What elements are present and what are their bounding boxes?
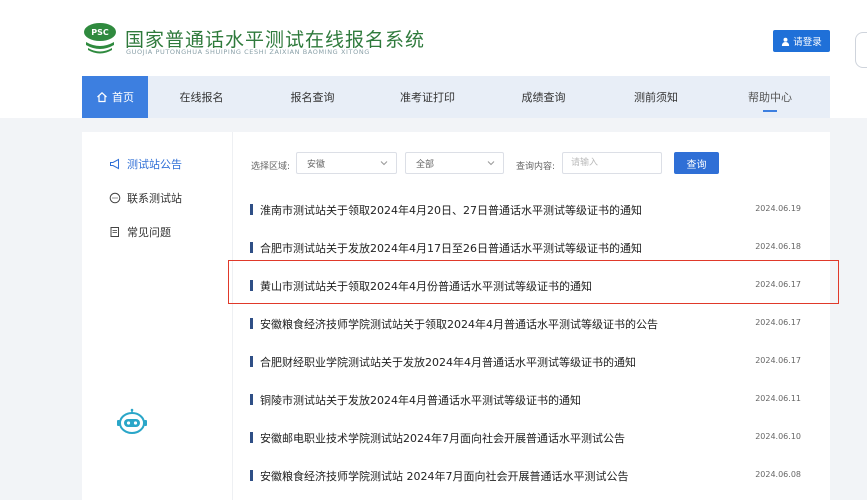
document-icon <box>110 227 119 237</box>
chevron-down-icon <box>380 161 388 166</box>
city-select[interactable]: 全部 <box>405 152 504 174</box>
robot-assistant-icon[interactable] <box>115 408 149 438</box>
list-item[interactable]: 合肥财经职业学院测试站关于发放2024年4月普通话水平测试等级证书的通知 202… <box>250 352 812 374</box>
sidebar-item-label: 常见问题 <box>127 226 171 239</box>
list-item[interactable]: 合肥市测试站关于发放2024年4月17日至26日普通话水平测试等级证书的通知 2… <box>250 238 812 260</box>
logo-text: PSC <box>91 28 109 37</box>
nav-home-label: 首页 <box>112 91 134 104</box>
site-subtitle: GUOJIA PUTONGHUA SHUIPING CESHI ZAIXIAN … <box>126 48 370 56</box>
sidebar: 测试站公告 联系测试站 常见问题 <box>82 132 232 500</box>
list-item-marker <box>250 394 253 405</box>
list-item-title[interactable]: 淮南市测试站关于领取2024年4月20日、27日普通话水平测试等级证书的通知 <box>260 202 642 218</box>
megaphone-icon <box>110 158 119 170</box>
sidebar-item-faq[interactable]: 常见问题 <box>109 224 171 240</box>
main-nav: 首页 在线报名 报名查询 准考证打印 成绩查询 测前须知 帮助中心 <box>82 76 830 118</box>
list-item-title[interactable]: 安徽粮食经济技师学院测试站 2024年7月面向社会开展普通话水平测试公告 <box>260 468 629 484</box>
side-float-panel[interactable] <box>855 32 867 68</box>
search-input[interactable] <box>562 152 662 174</box>
province-select-value: 安徽 <box>307 159 326 170</box>
list-item[interactable]: 黄山市测试站关于领取2024年4月份普通话水平测试等级证书的通知 2024.06… <box>250 276 812 298</box>
login-label: 请登录 <box>793 37 822 48</box>
query-button[interactable]: 查询 <box>674 152 719 174</box>
sidebar-item-contact[interactable]: 联系测试站 <box>109 190 182 206</box>
list-item[interactable]: 安徽粮食经济技师学院测试站 2024年7月面向社会开展普通话水平测试公告 202… <box>250 466 812 488</box>
list-item[interactable]: 安徽邮电职业技术学院测试站2024年7月面向社会开展普通话水平测试公告 2024… <box>250 428 812 450</box>
city-select-value: 全部 <box>416 159 435 170</box>
list-item-date: 2024.06.18 <box>755 242 801 251</box>
nav-pre-test-notice[interactable]: 测前须知 <box>602 76 710 118</box>
chat-icon <box>109 192 121 204</box>
list-item-date: 2024.06.10 <box>755 432 801 441</box>
sidebar-item-label: 联系测试站 <box>127 192 182 205</box>
home-icon <box>97 91 107 103</box>
psc-logo: PSC <box>84 23 116 54</box>
list-item-date: 2024.06.17 <box>755 280 801 289</box>
list-item-date: 2024.06.11 <box>755 394 801 403</box>
list-item-marker <box>250 470 253 481</box>
header: PSC 国家普通话水平测试在线报名系统 GUOJIA PUTONGHUA SHU… <box>0 0 867 118</box>
list-item-marker <box>250 242 253 253</box>
list-item-marker <box>250 204 253 215</box>
query-label: 查询内容: <box>516 162 556 172</box>
list-item-date: 2024.06.19 <box>755 204 801 213</box>
nav-online-registration[interactable]: 在线报名 <box>148 76 255 118</box>
list-item[interactable]: 铜陵市测试站关于发放2024年4月普通话水平测试等级证书的通知 2024.06.… <box>250 390 812 412</box>
list-item[interactable]: 安徽粮食经济技师学院测试站关于领取2024年4月普通话水平测试等级证书的公告 2… <box>250 314 812 336</box>
list-item-date: 2024.06.17 <box>755 356 801 365</box>
nav-registration-query[interactable]: 报名查询 <box>255 76 370 118</box>
list-item-marker <box>250 318 253 329</box>
list-item-title[interactable]: 铜陵市测试站关于发放2024年4月普通话水平测试等级证书的通知 <box>260 392 581 408</box>
region-label: 选择区域: <box>251 162 291 172</box>
list-item-title[interactable]: 安徽邮电职业技术学院测试站2024年7月面向社会开展普通话水平测试公告 <box>260 430 625 446</box>
list-item-title[interactable]: 合肥财经职业学院测试站关于发放2024年4月普通话水平测试等级证书的通知 <box>260 354 636 370</box>
nav-help-center[interactable]: 帮助中心 <box>710 76 830 118</box>
chevron-down-icon <box>487 161 495 166</box>
content-panel: 测试站公告 联系测试站 常见问题 选择区域: 安徽 全部 查询内容: 请输入 查… <box>82 132 830 500</box>
list-item[interactable]: 淮南市测试站关于领取2024年4月20日、27日普通话水平测试等级证书的通知 2… <box>250 200 812 222</box>
sidebar-divider <box>232 132 233 500</box>
list-item-marker <box>250 432 253 443</box>
list-item-title[interactable]: 黄山市测试站关于领取2024年4月份普通话水平测试等级证书的通知 <box>260 278 592 294</box>
user-icon <box>782 37 790 46</box>
sidebar-item-label: 测试站公告 <box>127 158 182 171</box>
sidebar-item-announcements[interactable]: 测试站公告 <box>109 156 182 172</box>
nav-score-query[interactable]: 成绩查询 <box>485 76 602 118</box>
list-item-title[interactable]: 合肥市测试站关于发放2024年4月17日至26日普通话水平测试等级证书的通知 <box>260 240 642 256</box>
province-select[interactable]: 安徽 <box>296 152 397 174</box>
list-item-date: 2024.06.08 <box>755 470 801 479</box>
nav-home[interactable]: 首页 <box>82 76 148 118</box>
nav-admission-ticket-print[interactable]: 准考证打印 <box>370 76 485 118</box>
list-item-marker <box>250 280 253 291</box>
list-item-date: 2024.06.17 <box>755 318 801 327</box>
login-button[interactable]: 请登录 <box>773 30 830 52</box>
list-item-title[interactable]: 安徽粮食经济技师学院测试站关于领取2024年4月普通话水平测试等级证书的公告 <box>260 316 658 332</box>
list-item-marker <box>250 356 253 367</box>
